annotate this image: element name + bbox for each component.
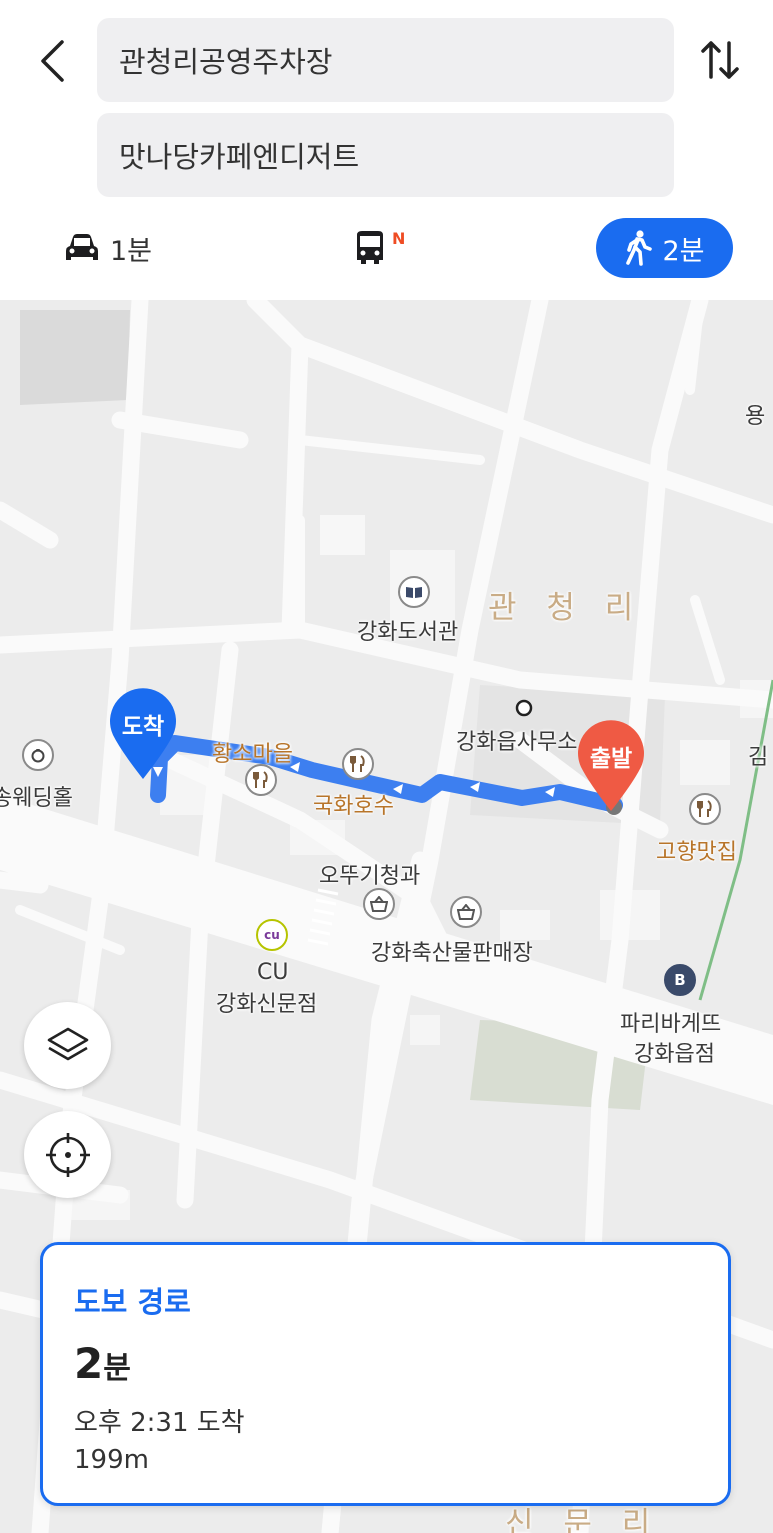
layers-button[interactable] [24,1002,111,1089]
origin-input[interactable]: 관청리공영주차장 [97,18,674,102]
paris-branch-label: 강화읍점 [634,1042,715,1067]
area-name-label: 관 청 리 [488,590,644,626]
swap-button[interactable] [696,36,744,84]
start-pin[interactable]: 출발 [575,719,647,815]
cu-store-icon[interactable]: cu [256,919,288,951]
car-icon [64,232,100,264]
restaurant-icon[interactable] [689,793,721,825]
edge-label-right: 김 [748,745,769,770]
swap-arrows-icon [701,41,739,79]
bus-icon: N [354,229,405,266]
gohyang-label: 고향맛집 [656,840,737,865]
edge-label-top-right: 용 [745,404,766,429]
cu-logo: cu [264,928,280,942]
car-time-label: 1분 [110,235,153,267]
mode-bus-tab[interactable]: N [354,218,405,278]
cu-brand-label: CU [257,960,289,985]
cu-branch-label: 강화신문점 [216,992,318,1017]
library-label: 강화도서관 [357,620,459,645]
duration-unit: 분 [103,1351,131,1386]
route-header: 관청리공영주차장 맛나당카페엔디저트 1분 N 2분 [0,0,773,300]
night-bus-badge: N [392,229,406,248]
back-button[interactable] [30,38,76,84]
destination-pin-label: 도착 [121,714,165,740]
bakery-icon[interactable]: B [664,964,696,996]
heart-ring-icon[interactable] [22,739,54,771]
chevron-left-icon [41,40,64,82]
route-summary-card[interactable]: 도보 경로 2분 오후 2:31 도착 199m [40,1242,731,1506]
restaurant-icon[interactable] [342,748,374,780]
shopping-basket-icon[interactable] [450,896,482,928]
duration-value: 2 [74,1339,104,1388]
odduggi-label: 오뚜기청과 [319,864,421,889]
route-duration: 2분 [74,1339,728,1388]
paris-label: 파리바게뜨 [620,1012,722,1037]
crosshair-icon [45,1132,90,1177]
shopping-basket-icon[interactable] [363,888,395,920]
start-pin-label: 출발 [589,746,633,772]
route-type-title: 도보 경로 [74,1285,191,1319]
hwangso-label: 황소마을 [212,742,293,767]
gukhwa-label: 국화호수 [313,794,394,819]
destination-input[interactable]: 맛나당카페엔디저트 [97,113,674,197]
arrival-time: 오후 2:31 도착 [74,1408,245,1438]
walk-time-label: 2분 [662,235,705,267]
town-office-label: 강화읍사무소 [456,730,578,755]
route-distance: 199m [74,1445,149,1475]
layers-icon [47,1027,88,1060]
chuksan-label: 강화축산물판매장 [371,941,533,966]
mode-car-tab[interactable]: 1분 [64,218,152,278]
wedding-label: 송웨딩홀 [0,786,73,811]
locate-button[interactable] [24,1111,111,1198]
walking-icon [624,230,653,266]
destination-pin[interactable]: 도착 [107,687,179,783]
library-icon[interactable] [398,576,430,608]
restaurant-icon[interactable] [245,764,277,796]
mode-walk-tab[interactable]: 2분 [596,218,733,278]
